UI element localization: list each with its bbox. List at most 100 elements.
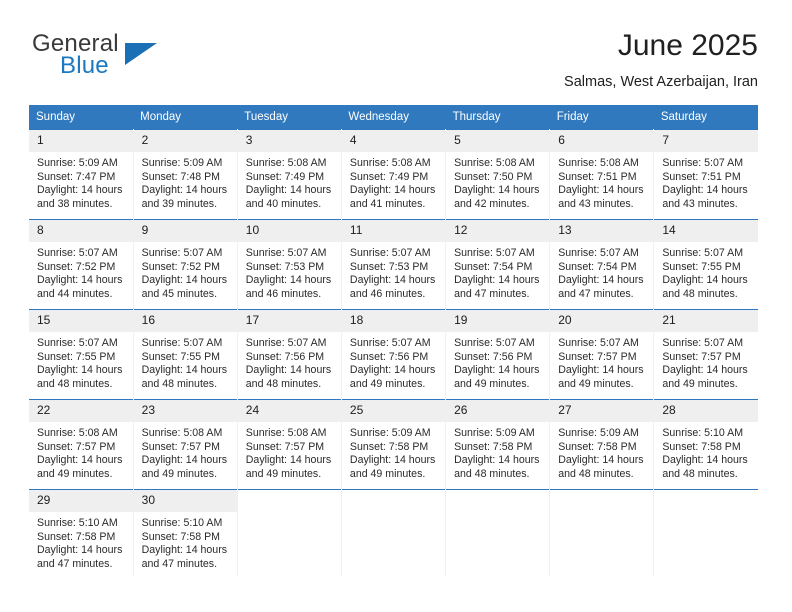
day-sun-info: Sunrise: 5:08 AM Sunset: 7:57 PM Daylight:… [29,422,133,481]
calendar-day-cell[interactable]: 19 Sunrise: 5:07 AM Sunset: 7:56 PM Dayligh… [445,309,551,400]
weekday-header-sunday: Sunday [29,105,134,130]
calendar-day-cell[interactable]: 5 Sunrise: 5:08 AM Sunset: 7:50 PM Daylight… [445,129,551,220]
day-number: 8 [29,220,133,242]
daylight-text-line2: and 46 minutes. [245,287,322,300]
sunrise-text: Sunrise: 5:08 AM [454,157,535,169]
daylight-text-line1: Daylight: 14 hours [454,364,540,377]
calendar-day-cell[interactable]: 3 Sunrise: 5:08 AM Sunset: 7:49 PM Daylight… [237,129,342,220]
day-sun-info: Sunrise: 5:07 AM Sunset: 7:56 PM Daylight:… [238,332,341,391]
day-sun-info: Sunrise: 5:07 AM Sunset: 7:53 PM Daylight:… [342,242,445,301]
calendar-day-cell[interactable]: 9 Sunrise: 5:07 AM Sunset: 7:52 PM Daylight… [133,219,238,310]
calendar-day-cell[interactable]: 22 Sunrise: 5:08 AM Sunset: 7:57 PM Dayligh… [29,399,134,490]
calendar-day-cell[interactable]: 1 Sunrise: 5:09 AM Sunset: 7:47 PM Daylight… [29,129,134,220]
calendar-day-cell[interactable]: 4 Sunrise: 5:08 AM Sunset: 7:49 PM Daylight… [341,129,447,220]
calendar-day-cell[interactable]: 11 Sunrise: 5:07 AM Sunset: 7:53 PM Dayligh… [341,219,447,310]
calendar-week-row: 8 Sunrise: 5:07 AM Sunset: 7:52 PM Daylight… [29,219,758,310]
calendar-day-cell[interactable]: 29 Sunrise: 5:10 AM Sunset: 7:58 PM Dayligh… [29,489,134,576]
daylight-text-line2: and 49 minutes. [349,467,426,480]
daylight-text-line2: and 48 minutes. [454,467,530,480]
daylight-text-line2: and 47 minutes. [37,557,113,570]
calendar-day-cell[interactable]: 30 Sunrise: 5:10 AM Sunset: 7:58 PM Dayligh… [133,489,238,576]
day-number: 15 [29,310,133,332]
calendar-day-cell[interactable]: 23 Sunrise: 5:08 AM Sunset: 7:57 PM Dayligh… [133,399,238,490]
day-number: 19 [446,310,550,332]
daylight-text-line2: and 40 minutes. [245,197,322,210]
daylight-text-line2: and 48 minutes. [662,467,738,480]
daylight-text-line1: Daylight: 14 hours [349,274,436,287]
daylight-text-line2: and 48 minutes. [662,287,738,300]
calendar-day-cell[interactable]: 26 Sunrise: 5:09 AM Sunset: 7:58 PM Dayligh… [445,399,551,490]
daylight-text-line1: Daylight: 14 hours [245,364,332,377]
calendar-day-cell[interactable]: 20 Sunrise: 5:07 AM Sunset: 7:57 PM Dayligh… [549,309,655,400]
daylight-text-line1: Daylight: 14 hours [662,274,748,287]
sunset-text: Sunset: 7:52 PM [37,260,116,273]
calendar-day-cell[interactable]: 14 Sunrise: 5:07 AM Sunset: 7:55 PM Dayligh… [653,219,758,310]
daylight-text-line2: and 49 minutes. [454,377,530,390]
day-sun-info: Sunrise: 5:08 AM Sunset: 7:51 PM Daylight:… [550,152,653,211]
day-number: 20 [550,310,654,332]
calendar-week-row: 29 Sunrise: 5:10 AM Sunset: 7:58 PM Dayligh… [29,489,758,576]
sunset-text: Sunset: 7:58 PM [454,440,533,453]
calendar-day-cell[interactable]: 12 Sunrise: 5:07 AM Sunset: 7:54 PM Dayligh… [445,219,551,310]
daylight-text-line2: and 48 minutes. [141,377,218,390]
calendar-day-cell[interactable]: 27 Sunrise: 5:09 AM Sunset: 7:58 PM Dayligh… [549,399,655,490]
calendar-day-cell[interactable]: 16 Sunrise: 5:07 AM Sunset: 7:55 PM Dayligh… [133,309,238,400]
sunrise-text: Sunrise: 5:07 AM [558,337,639,349]
day-number: 13 [550,220,654,242]
day-sun-info: Sunrise: 5:09 AM Sunset: 7:58 PM Daylight:… [446,422,549,481]
sunrise-text: Sunrise: 5:09 AM [37,157,118,169]
calendar-day-cell[interactable]: 6 Sunrise: 5:08 AM Sunset: 7:51 PM Daylight… [549,129,655,220]
daylight-text-line1: Daylight: 14 hours [141,364,228,377]
day-number-placeholder [341,490,446,512]
daylight-text-line1: Daylight: 14 hours [37,454,123,467]
daylight-text-line1: Daylight: 14 hours [349,184,436,197]
calendar-day-cell[interactable]: 17 Sunrise: 5:07 AM Sunset: 7:56 PM Dayligh… [237,309,342,400]
sunset-text: Sunset: 7:54 PM [454,260,533,273]
day-sun-info: Sunrise: 5:07 AM Sunset: 7:57 PM Daylight:… [550,332,653,391]
day-number: 17 [237,310,341,332]
calendar-page: General Blue June 2025 Salmas, West Azer… [0,0,792,612]
calendar-day-cell[interactable]: 21 Sunrise: 5:07 AM Sunset: 7:57 PM Dayligh… [653,309,758,400]
weekday-header-wednesday: Wednesday [341,105,446,130]
sunset-text: Sunset: 7:54 PM [558,260,637,273]
sunset-text: Sunset: 7:57 PM [662,350,741,363]
daylight-text-line2: and 47 minutes. [454,287,530,300]
general-blue-logo[interactable]: General Blue [29,28,209,90]
day-sun-info: Sunrise: 5:07 AM Sunset: 7:54 PM Daylight:… [446,242,549,301]
day-sun-info: Sunrise: 5:07 AM Sunset: 7:51 PM Daylight:… [654,152,758,211]
day-sun-info: Sunrise: 5:09 AM Sunset: 7:48 PM Daylight:… [134,152,237,211]
calendar-day-cell[interactable]: 13 Sunrise: 5:07 AM Sunset: 7:54 PM Dayligh… [549,219,655,310]
sunrise-text: Sunrise: 5:08 AM [37,427,118,439]
sunset-text: Sunset: 7:58 PM [558,440,637,453]
calendar-day-cell[interactable]: 10 Sunrise: 5:07 AM Sunset: 7:53 PM Dayligh… [237,219,342,310]
calendar-day-cell-empty [341,489,447,576]
day-number: 18 [341,310,446,332]
sunrise-text: Sunrise: 5:08 AM [245,427,327,439]
calendar-day-cell[interactable]: 28 Sunrise: 5:10 AM Sunset: 7:58 PM Dayligh… [653,399,758,490]
daylight-text-line2: and 49 minutes. [141,467,218,480]
weekday-header-tuesday: Tuesday [237,105,342,130]
daylight-text-line2: and 48 minutes. [245,377,322,390]
daylight-text-line2: and 49 minutes. [349,377,426,390]
calendar-day-cell[interactable]: 25 Sunrise: 5:09 AM Sunset: 7:58 PM Dayligh… [341,399,447,490]
day-number: 23 [133,400,237,422]
day-number: 6 [550,130,654,152]
calendar-day-cell[interactable]: 7 Sunrise: 5:07 AM Sunset: 7:51 PM Daylight… [653,129,758,220]
calendar-day-cell[interactable]: 2 Sunrise: 5:09 AM Sunset: 7:48 PM Daylight… [133,129,238,220]
daylight-text-line2: and 39 minutes. [141,197,218,210]
daylight-text-line2: and 47 minutes. [558,287,634,300]
calendar-day-cell[interactable]: 18 Sunrise: 5:07 AM Sunset: 7:56 PM Dayligh… [341,309,447,400]
day-sun-info: Sunrise: 5:08 AM Sunset: 7:50 PM Daylight:… [446,152,549,211]
daylight-text-line1: Daylight: 14 hours [245,184,332,197]
sunrise-text: Sunrise: 5:07 AM [558,247,639,259]
calendar-day-cell[interactable]: 24 Sunrise: 5:08 AM Sunset: 7:57 PM Dayligh… [237,399,342,490]
sunset-text: Sunset: 7:58 PM [349,440,429,453]
calendar-day-cell[interactable]: 8 Sunrise: 5:07 AM Sunset: 7:52 PM Daylight… [29,219,134,310]
day-sun-info: Sunrise: 5:08 AM Sunset: 7:49 PM Daylight:… [238,152,341,211]
calendar-day-cell[interactable]: 15 Sunrise: 5:07 AM Sunset: 7:55 PM Dayligh… [29,309,134,400]
daylight-text-line1: Daylight: 14 hours [245,274,332,287]
sunset-text: Sunset: 7:57 PM [37,440,116,453]
day-number-placeholder [446,490,550,512]
day-number: 30 [133,490,237,512]
sunrise-text: Sunrise: 5:07 AM [662,337,744,349]
